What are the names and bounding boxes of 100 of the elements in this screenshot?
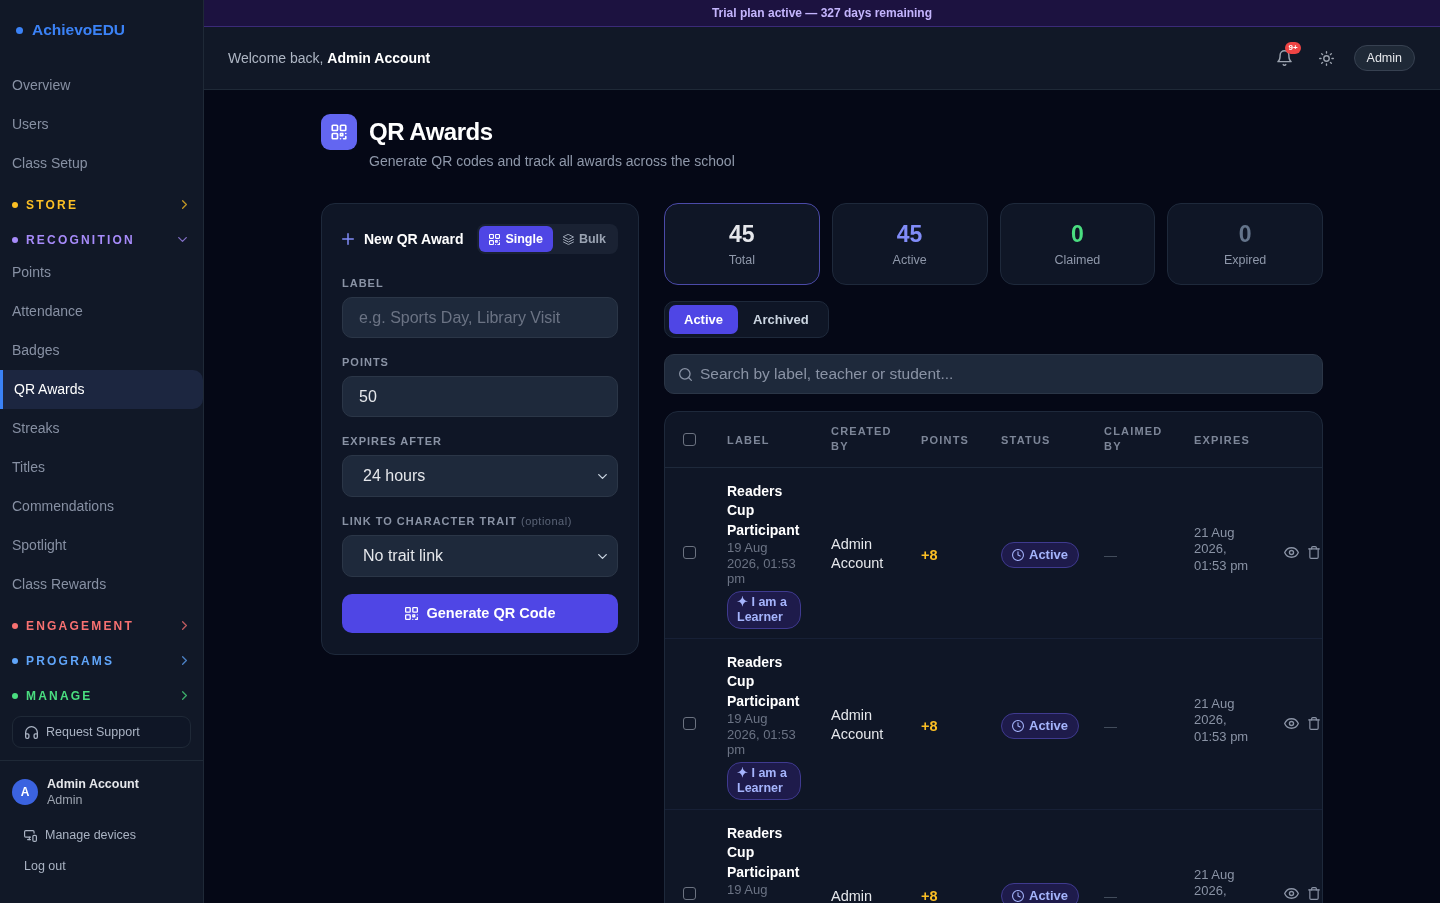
- eye-icon[interactable]: [1284, 887, 1299, 899]
- notification-count: 9+: [1285, 42, 1301, 54]
- nav-link[interactable]: Points: [0, 253, 203, 292]
- row-checkbox[interactable]: [683, 886, 696, 900]
- stat-value: 45: [896, 220, 923, 248]
- column-header: CLAIMED BY: [1104, 424, 1164, 455]
- app-logo: AchievoEDU: [32, 20, 126, 41]
- select-all-checkbox[interactable]: [683, 432, 696, 446]
- field-label: POINTS: [342, 356, 389, 368]
- status-text: Active: [1029, 718, 1069, 734]
- field-label: LINK TO CHARACTER TRAIT: [342, 515, 517, 527]
- select-dropdown[interactable]: No trait link: [342, 535, 618, 577]
- stat-label: Active: [892, 252, 927, 268]
- nav-link[interactable]: Titles: [0, 448, 203, 487]
- stat-card[interactable]: 45 Active: [831, 203, 988, 285]
- row-checkbox[interactable]: [683, 717, 696, 730]
- user-role: Admin: [47, 792, 84, 808]
- chevron-down-icon: [598, 473, 607, 479]
- search-icon: [679, 367, 692, 381]
- tab[interactable]: Active: [669, 305, 739, 334]
- nav-link[interactable]: Spotlight: [0, 526, 203, 565]
- user-avatar: A: [12, 779, 38, 805]
- column-header: LABEL: [727, 432, 770, 448]
- tab[interactable]: Archived: [738, 305, 824, 334]
- stat-value: 0: [1238, 220, 1252, 248]
- created-date: 19 Aug: [727, 882, 769, 898]
- status-text: Active: [1029, 887, 1069, 903]
- section-toggle[interactable]: MANAGE: [0, 682, 203, 709]
- nav-link[interactable]: Users: [0, 105, 203, 144]
- expiry-date: 21 Aug 2026,: [1194, 866, 1236, 900]
- request-support-button[interactable]: Request Support: [12, 716, 191, 748]
- trash-icon[interactable]: [1308, 717, 1320, 730]
- optional-hint: (optional): [520, 515, 572, 527]
- logo-dot-icon: [16, 26, 23, 34]
- mode-tab[interactable]: Bulk: [552, 226, 616, 252]
- claimed-by: —: [1104, 888, 1117, 903]
- created-date: 19 Aug 2026, 01:53 pm: [727, 711, 797, 758]
- clock-icon: [1012, 549, 1024, 561]
- column-header: EXPIRES: [1194, 432, 1251, 448]
- text-input[interactable]: 50: [342, 376, 618, 417]
- generate-button[interactable]: Generate QR Code: [342, 594, 618, 633]
- trash-icon[interactable]: [1308, 546, 1320, 559]
- column-header: POINTS: [921, 432, 970, 448]
- log-out-link[interactable]: Log out: [0, 851, 203, 882]
- devices-icon: [24, 829, 37, 842]
- chevron-down-icon: [598, 553, 607, 559]
- character-trait: ✦ I am a Learner: [727, 761, 801, 800]
- qr-code-icon: [489, 233, 501, 245]
- plus-icon: [342, 233, 354, 245]
- manage-devices-link[interactable]: Manage devices: [0, 820, 203, 851]
- search-field[interactable]: Search by label, teacher or student...: [664, 354, 1323, 394]
- claimed-by: —: [1104, 719, 1117, 734]
- stat-label: Claimed: [1054, 252, 1101, 268]
- creator-name: Admin Account: [831, 534, 885, 574]
- search-input[interactable]: Search by label, teacher or student...: [700, 362, 1308, 386]
- stat-label: Expired: [1223, 252, 1267, 268]
- trash-icon[interactable]: [1308, 886, 1320, 900]
- section-toggle[interactable]: STORE: [0, 191, 203, 218]
- layers-icon: [562, 233, 574, 245]
- user-menu-button[interactable]: Admin: [1353, 45, 1415, 71]
- stat-value: 45: [729, 220, 755, 248]
- nav-link[interactable]: Badges: [0, 331, 203, 370]
- character-trait: ✦ I am a Learner: [727, 590, 801, 629]
- claimed-by: —: [1104, 548, 1117, 563]
- column-header: STATUS: [1001, 432, 1051, 448]
- page-title: QR Awards: [369, 117, 494, 147]
- nav-link[interactable]: QR Awards: [0, 370, 203, 409]
- sun-icon[interactable]: [1318, 50, 1334, 66]
- stat-label: Total: [728, 252, 756, 268]
- text-input[interactable]: e.g. Sports Day, Library Visit: [342, 297, 618, 338]
- bell-icon[interactable]: [1276, 50, 1292, 66]
- eye-icon[interactable]: [1284, 547, 1299, 558]
- form-title: New QR Award: [364, 229, 464, 249]
- points-value: +8: [921, 718, 938, 734]
- points-value: +8: [921, 887, 938, 903]
- user-name: Admin Account: [47, 776, 139, 792]
- section-toggle[interactable]: PROGRAMS: [0, 647, 203, 674]
- nav-link[interactable]: Class Rewards: [0, 565, 203, 604]
- award-label: Readers Cup Participant: [727, 481, 801, 540]
- creator-name: Admin Account: [831, 705, 885, 745]
- stat-card[interactable]: 0 Expired: [1167, 203, 1323, 285]
- stat-card[interactable]: 45 Total: [664, 203, 820, 285]
- nav-link[interactable]: Streaks: [0, 409, 203, 448]
- field-label: LABEL: [342, 277, 384, 289]
- stat-card[interactable]: 0 Claimed: [999, 203, 1156, 285]
- eye-icon[interactable]: [1284, 718, 1299, 729]
- expiry-date: 21 Aug 2026, 01:53 pm: [1194, 695, 1250, 745]
- qr-code-icon: [404, 607, 418, 620]
- nav-link[interactable]: Attendance: [0, 292, 203, 331]
- nav-link[interactable]: Commendations: [0, 487, 203, 526]
- field-label: EXPIRES AFTER: [342, 435, 442, 447]
- mode-tab[interactable]: Single: [479, 226, 553, 252]
- created-date: 19 Aug 2026, 01:53 pm: [727, 540, 797, 587]
- nav-link[interactable]: Class Setup: [0, 144, 203, 183]
- row-checkbox[interactable]: [683, 546, 696, 559]
- select-dropdown[interactable]: 24 hours: [342, 455, 618, 497]
- section-toggle[interactable]: ENGAGEMENT: [0, 612, 203, 639]
- section-toggle[interactable]: RECOGNITION: [0, 226, 203, 253]
- nav-link[interactable]: Overview: [0, 66, 203, 105]
- award-label: Readers Cup Participant: [727, 823, 801, 882]
